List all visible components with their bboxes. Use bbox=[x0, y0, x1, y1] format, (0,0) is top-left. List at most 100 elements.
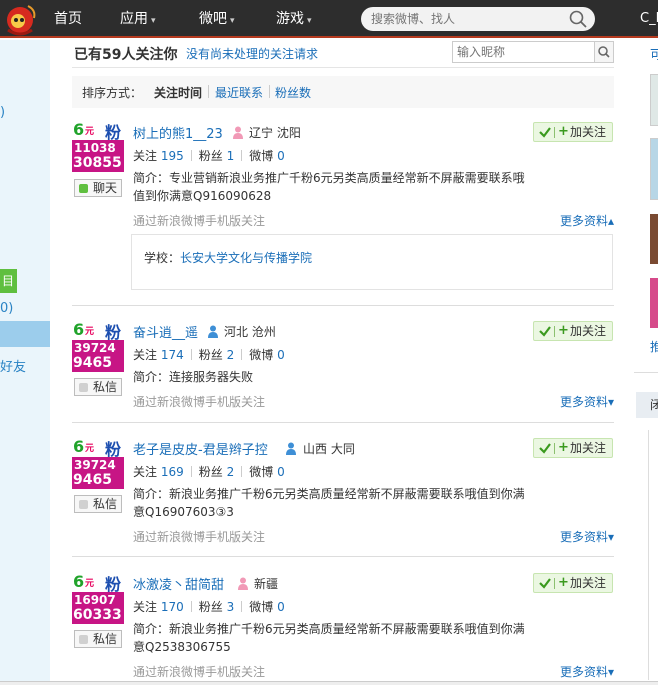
fans-count[interactable]: 2 bbox=[227, 348, 235, 362]
sort-by-fans-count[interactable]: 粉丝数 bbox=[275, 84, 311, 101]
global-search-input[interactable] bbox=[371, 10, 551, 28]
private-message-button[interactable]: 私信 bbox=[74, 495, 122, 513]
left-sidebar-item[interactable]: 好友 bbox=[0, 356, 26, 375]
left-sidebar-item-highlight[interactable]: 目 bbox=[0, 269, 17, 293]
top-navigation-bar: 首页 应用▾ 微吧▾ 游戏▾ C_L bbox=[0, 0, 658, 38]
follows-count[interactable]: 195 bbox=[161, 149, 184, 163]
divider bbox=[269, 85, 270, 98]
plus-icon: + bbox=[558, 124, 569, 139]
follow-button-label: 加关注 bbox=[570, 441, 607, 455]
male-icon bbox=[286, 442, 296, 455]
nav-home[interactable]: 首页 bbox=[54, 0, 82, 38]
more-info-label: 更多资料 bbox=[559, 665, 608, 679]
more-info-panel: 学校： 长安大学文化与传播学院 bbox=[131, 234, 613, 290]
global-search-box bbox=[361, 7, 595, 31]
right-sidebar-thumbnail[interactable] bbox=[650, 138, 658, 200]
fan-avatar-badge[interactable]: 6元粉 11038 30855 bbox=[72, 120, 124, 172]
follow-button[interactable]: + 加关注 bbox=[533, 438, 613, 458]
fan-name-link[interactable]: 树上的熊1__23 bbox=[133, 123, 223, 142]
more-info-label: 更多资料 bbox=[559, 214, 608, 228]
left-sidebar-item[interactable]: 0) bbox=[0, 301, 13, 316]
nav-games[interactable]: 游戏 ▾ bbox=[276, 0, 312, 38]
follow-button-label: 加关注 bbox=[570, 324, 607, 338]
search-icon[interactable] bbox=[569, 10, 587, 28]
fans-count[interactable]: 1 bbox=[227, 149, 235, 163]
fan-list-item: 6元粉 39724 9465 私信 老子是皮皮-君是辫子控 山西 大同 关注 16… bbox=[72, 437, 614, 557]
follow-button[interactable]: + 加关注 bbox=[533, 573, 613, 593]
nav-label: 应用 bbox=[120, 11, 148, 27]
female-icon bbox=[238, 577, 248, 590]
right-sidebar-tab[interactable]: 闭 bbox=[636, 392, 658, 418]
weibo-count[interactable]: 0 bbox=[277, 600, 285, 614]
right-sidebar-panel bbox=[648, 430, 658, 680]
more-info-toggle[interactable]: 更多资料▴ bbox=[560, 212, 614, 229]
nickname-search-input[interactable] bbox=[452, 41, 596, 63]
pending-requests-link[interactable]: 没有尚未处理的关注请求 bbox=[186, 45, 318, 62]
divider bbox=[190, 349, 192, 360]
right-sidebar-link[interactable]: 推 bbox=[650, 338, 658, 355]
more-info-toggle[interactable]: 更多资料▾ bbox=[560, 663, 614, 680]
weibo-logo-icon[interactable] bbox=[0, 0, 40, 38]
school-link[interactable]: 长安大学文化与传播学院 bbox=[180, 249, 312, 266]
badge-bottom: 39724 9465 bbox=[72, 457, 124, 489]
fans-count[interactable]: 3 bbox=[227, 600, 235, 614]
right-sidebar-thumbnail[interactable] bbox=[650, 278, 658, 328]
weibo-count[interactable]: 0 bbox=[277, 149, 285, 163]
badge-six: 6 bbox=[73, 320, 85, 339]
follow-button[interactable]: + 加关注 bbox=[533, 122, 613, 142]
user-nickname-link[interactable]: C_L bbox=[640, 0, 658, 38]
weibo-count[interactable]: 0 bbox=[277, 348, 285, 362]
plus-icon: + bbox=[558, 575, 569, 590]
follows-count[interactable]: 174 bbox=[161, 348, 184, 362]
fan-avatar-badge[interactable]: 6元粉 16907 60333 bbox=[72, 572, 124, 624]
follows-label: 关注 bbox=[133, 149, 158, 163]
nav-label: 微吧 bbox=[199, 11, 227, 27]
divider bbox=[554, 326, 555, 337]
divider bbox=[241, 466, 243, 477]
more-info-toggle[interactable]: 更多资料▾ bbox=[560, 393, 614, 410]
right-sidebar-link[interactable]: 可 bbox=[650, 44, 658, 63]
follow-source: 通过新浪微博手机版关注 bbox=[133, 530, 266, 544]
fans-count[interactable]: 2 bbox=[227, 465, 235, 479]
weibo-count[interactable]: 0 bbox=[277, 465, 285, 479]
chevron-down-icon: ▾ bbox=[607, 530, 614, 544]
check-icon bbox=[539, 578, 551, 589]
left-sidebar-item[interactable]: ) bbox=[0, 105, 5, 120]
nickname-search-button[interactable] bbox=[594, 41, 614, 63]
message-icon bbox=[79, 383, 88, 392]
fan-name-link[interactable]: 老子是皮皮-君是辫子控 bbox=[133, 439, 268, 458]
fans-count-title: 已有59人关注你 bbox=[74, 47, 178, 63]
fan-avatar-badge[interactable]: 6元粉 39724 9465 bbox=[72, 320, 124, 372]
fan-location: 山西 大同 bbox=[303, 442, 355, 456]
fan-name-link[interactable]: 奋斗逍__遥 bbox=[133, 322, 198, 341]
badge-yuan: 元 bbox=[85, 327, 95, 337]
weibo-label: 微博 bbox=[249, 149, 274, 163]
fan-name-link[interactable]: 冰激凌丶甜简甜 bbox=[133, 574, 224, 593]
divider bbox=[554, 127, 555, 138]
follow-button[interactable]: + 加关注 bbox=[533, 321, 613, 341]
left-sidebar-selected-item[interactable] bbox=[0, 321, 50, 347]
page-bottom-edge bbox=[0, 681, 658, 685]
more-info-toggle[interactable]: 更多资料▾ bbox=[560, 528, 614, 545]
fan-avatar-badge[interactable]: 6元粉 39724 9465 bbox=[72, 437, 124, 489]
badge-yuan: 元 bbox=[85, 579, 95, 589]
nav-weiba[interactable]: 微吧 ▾ bbox=[199, 0, 235, 38]
private-message-button[interactable]: 私信 bbox=[74, 378, 122, 396]
chat-button[interactable]: 聊天 bbox=[74, 179, 122, 197]
fan-intro: 简介：连接服务器失败 bbox=[133, 370, 254, 384]
private-message-button[interactable]: 私信 bbox=[74, 630, 122, 648]
nav-apps[interactable]: 应用 ▾ bbox=[120, 0, 156, 38]
badge-six: 6 bbox=[73, 437, 85, 456]
right-sidebar-thumbnail[interactable] bbox=[650, 214, 658, 264]
message-icon bbox=[79, 500, 88, 509]
more-info-label: 更多资料 bbox=[559, 395, 608, 409]
chevron-up-icon: ▴ bbox=[607, 214, 614, 228]
sort-by-recent-contact[interactable]: 最近联系 bbox=[215, 84, 263, 101]
follow-button-label: 加关注 bbox=[570, 576, 607, 590]
right-sidebar-thumbnail[interactable] bbox=[650, 74, 658, 126]
follows-count[interactable]: 170 bbox=[161, 600, 184, 614]
school-key: 学校： bbox=[144, 251, 181, 265]
fan-list-item: 6元粉 39724 9465 私信 奋斗逍__遥 河北 沧州 关注 174 粉丝 2… bbox=[72, 320, 614, 423]
sort-by-follow-time[interactable]: 关注时间 bbox=[154, 84, 202, 101]
follows-count[interactable]: 169 bbox=[161, 465, 184, 479]
